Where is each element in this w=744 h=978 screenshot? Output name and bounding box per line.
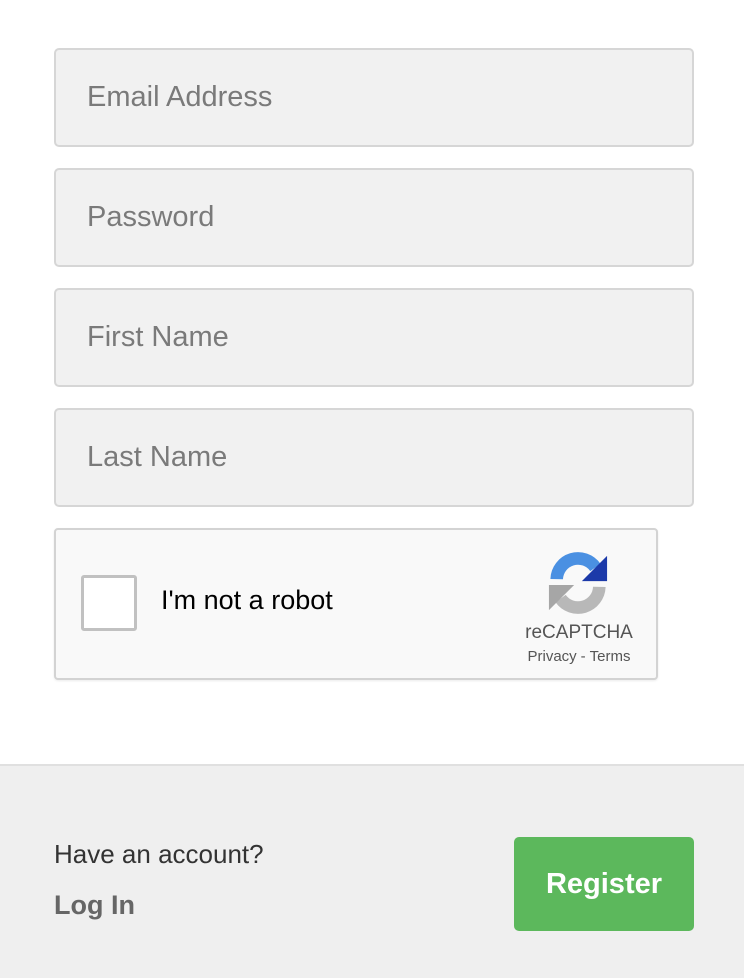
register-button[interactable]: Register (514, 837, 694, 931)
register-page: I'm not a robot reCAPTCHA Privacy-Terms … (0, 0, 744, 978)
email-field-wrapper (54, 48, 694, 147)
last-name-field-wrapper (54, 408, 694, 507)
recaptcha-logo-icon (548, 552, 608, 614)
have-account-text: Have an account? (54, 839, 264, 869)
first-name-field[interactable] (56, 290, 692, 385)
login-link[interactable]: Log In (54, 890, 135, 921)
privacy-link[interactable]: Privacy (527, 648, 576, 665)
recaptcha-checkbox[interactable] (81, 575, 137, 631)
password-field[interactable] (56, 170, 692, 265)
recaptcha-label: I'm not a robot (161, 585, 333, 615)
recaptcha-links: Privacy - Terms (504, 648, 654, 665)
recaptcha-widget: I'm not a robot reCAPTCHA Privacy - Terms (54, 528, 658, 680)
first-name-field-wrapper (54, 288, 694, 387)
password-field-wrapper (54, 168, 694, 267)
form-footer: Have an account? Log In Register (0, 764, 744, 978)
terms-link[interactable]: Terms (590, 648, 631, 665)
last-name-field[interactable] (56, 410, 692, 505)
email-field[interactable] (56, 50, 692, 145)
recaptcha-brand: reCAPTCHA (525, 622, 633, 643)
link-separator: - (580, 648, 586, 665)
